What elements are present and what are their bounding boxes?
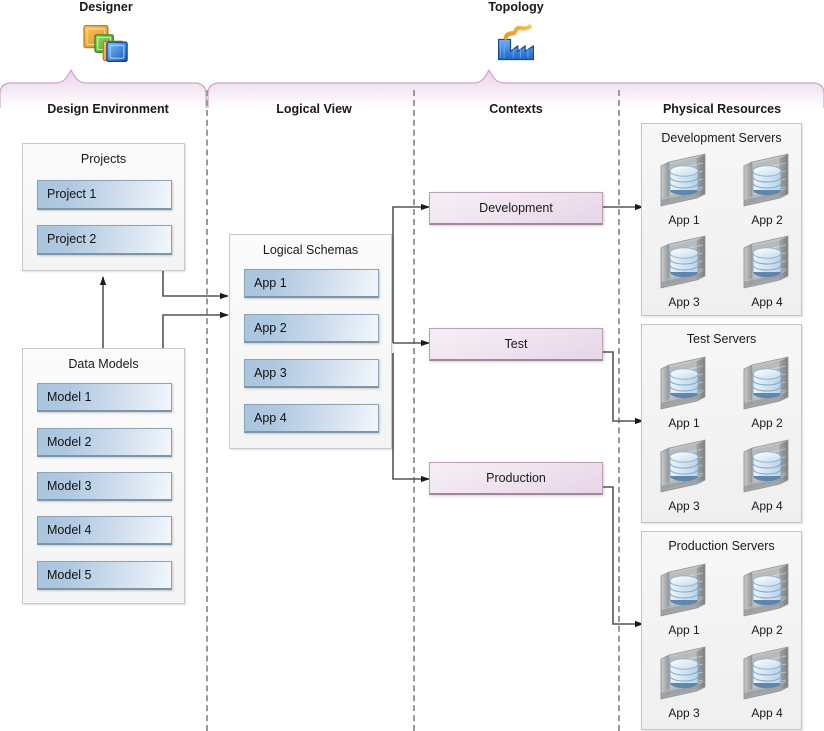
server-test-app4[interactable]: App 4 <box>726 438 808 513</box>
server-rack-icon <box>653 645 715 707</box>
server-group-test-title: Test Servers <box>686 332 757 346</box>
server-rack-icon <box>736 645 798 707</box>
project-item-2[interactable]: Project 2 <box>37 225 172 255</box>
data-model-item-3[interactable]: Model 3 <box>37 472 172 501</box>
architecture-diagram: Designer Topology Design Environment Log… <box>0 0 824 731</box>
server-label: App 1 <box>668 213 700 227</box>
server-rack-icon <box>653 562 715 624</box>
server-label: App 3 <box>668 499 700 513</box>
server-group-test: Test Servers App 1 App 2 App 3 App 4 <box>641 324 802 523</box>
server-rack-icon <box>736 234 798 296</box>
context-test[interactable]: Test <box>429 328 603 361</box>
designer-squares-icon <box>82 22 130 66</box>
data-models-panel: Data Models Model 1 Model 2 Model 3 Mode… <box>22 348 185 604</box>
server-production-app4[interactable]: App 4 <box>726 645 808 720</box>
data-model-item-2[interactable]: Model 2 <box>37 428 172 457</box>
server-group-development: Development Servers App 1 App 2 App 3 Ap… <box>641 123 802 316</box>
server-development-app2[interactable]: App 2 <box>726 152 808 227</box>
column-divider-3 <box>618 90 620 731</box>
topology-factory-icon <box>492 22 540 66</box>
server-label: App 2 <box>751 416 783 430</box>
server-rack-icon <box>653 438 715 500</box>
server-production-app2[interactable]: App 2 <box>726 562 808 637</box>
server-rack-icon <box>736 355 798 417</box>
server-group-development-title: Development Servers <box>661 131 782 145</box>
projects-panel-title: Projects <box>80 152 127 166</box>
server-group-production-title: Production Servers <box>668 539 775 553</box>
data-models-panel-title: Data Models <box>68 357 139 371</box>
logical-schemas-panel: Logical Schemas App 1 App 2 App 3 App 4 <box>229 234 392 449</box>
server-rack-icon <box>736 438 798 500</box>
logical-schema-item-4[interactable]: App 4 <box>244 404 379 433</box>
logical-schemas-panel-title: Logical Schemas <box>262 243 359 257</box>
projects-panel: Projects Project 1 Project 2 <box>22 143 185 271</box>
server-label: App 3 <box>668 295 700 309</box>
context-production[interactable]: Production <box>429 462 603 495</box>
server-test-app2[interactable]: App 2 <box>726 355 808 430</box>
context-development[interactable]: Development <box>429 192 603 225</box>
server-label: App 2 <box>751 213 783 227</box>
server-label: App 4 <box>751 295 783 309</box>
column-header-physical-resources: Physical Resources <box>662 102 782 116</box>
server-rack-icon <box>736 562 798 624</box>
column-header-design-environment: Design Environment <box>47 102 169 116</box>
project-item-1[interactable]: Project 1 <box>37 180 172 210</box>
column-header-contexts: Contexts <box>489 102 543 116</box>
data-model-item-5[interactable]: Model 5 <box>37 561 172 590</box>
server-development-app3[interactable]: App 3 <box>643 234 725 309</box>
actor-label-designer: Designer <box>79 0 133 14</box>
data-model-item-4[interactable]: Model 4 <box>37 516 172 545</box>
server-label: App 3 <box>668 706 700 720</box>
server-label: App 4 <box>751 706 783 720</box>
server-development-app1[interactable]: App 1 <box>643 152 725 227</box>
logical-schema-item-2[interactable]: App 2 <box>244 314 379 343</box>
server-rack-icon <box>653 234 715 296</box>
column-divider-1 <box>206 90 208 731</box>
server-rack-icon <box>736 152 798 214</box>
column-divider-2 <box>413 90 415 731</box>
server-label: App 2 <box>751 623 783 637</box>
server-group-production: Production Servers App 1 App 2 App 3 App… <box>641 531 802 730</box>
column-header-logical-view: Logical View <box>276 102 352 116</box>
logical-schema-item-1[interactable]: App 1 <box>244 269 379 298</box>
server-production-app1[interactable]: App 1 <box>643 562 725 637</box>
logical-schema-item-3[interactable]: App 3 <box>244 359 379 388</box>
server-label: App 1 <box>668 623 700 637</box>
server-rack-icon <box>653 355 715 417</box>
server-test-app3[interactable]: App 3 <box>643 438 725 513</box>
data-model-item-1[interactable]: Model 1 <box>37 383 172 412</box>
server-rack-icon <box>653 152 715 214</box>
server-label: App 4 <box>751 499 783 513</box>
server-production-app3[interactable]: App 3 <box>643 645 725 720</box>
server-label: App 1 <box>668 416 700 430</box>
server-test-app1[interactable]: App 1 <box>643 355 725 430</box>
server-development-app4[interactable]: App 4 <box>726 234 808 309</box>
actor-label-topology: Topology <box>488 0 544 14</box>
